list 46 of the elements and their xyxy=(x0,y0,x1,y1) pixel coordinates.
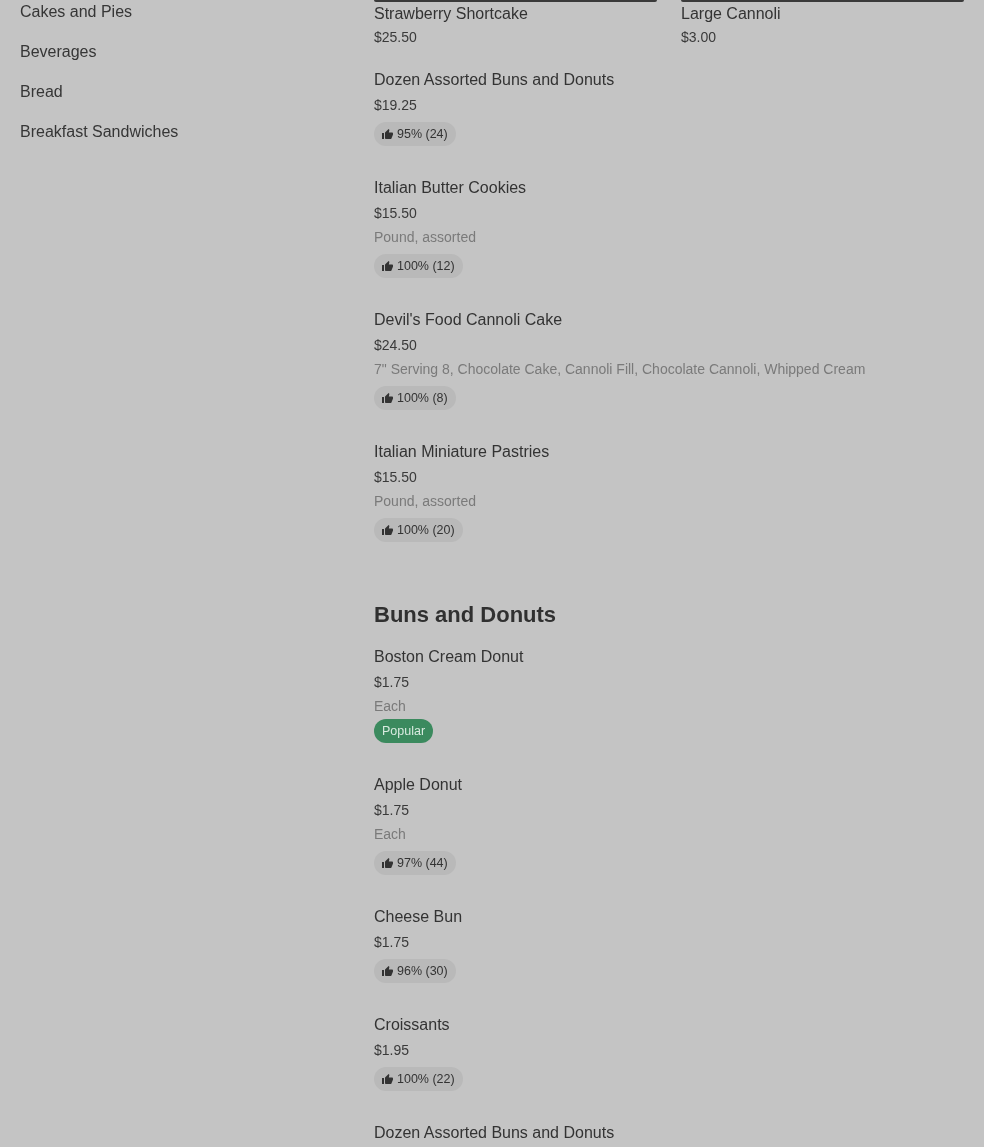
thumbs-up-icon xyxy=(382,1074,393,1084)
section-title: Buns and Donuts xyxy=(374,601,557,629)
category-link[interactable]: Bread xyxy=(20,72,63,112)
item-description: Pound, assorted xyxy=(374,228,476,247)
item-name: Large Cannoli xyxy=(681,4,781,24)
rating-text: 97% (44) xyxy=(397,855,448,871)
item-name: Apple Donut xyxy=(374,775,463,795)
item-description: Each xyxy=(374,825,406,844)
item-price: $19.25 xyxy=(374,96,417,115)
popular-badge: Popular xyxy=(374,719,434,743)
item-name: Italian Miniature Pastries xyxy=(374,442,550,462)
rating-text: 100% (22) xyxy=(397,1071,455,1087)
item-price: $1.75 xyxy=(374,673,410,692)
item-name: Dozen Assorted Buns and Donuts xyxy=(374,1123,615,1143)
thumbs-up-icon xyxy=(382,393,393,403)
category-link[interactable]: Cakes and Pies xyxy=(20,0,133,32)
item-name: Devil's Food Cannoli Cake xyxy=(374,310,563,330)
item-name: Dozen Assorted Buns and Donuts xyxy=(374,70,615,90)
thumbs-up-icon xyxy=(382,525,393,535)
item-name: Boston Cream Donut xyxy=(374,647,524,667)
item-name: Italian Butter Cookies xyxy=(374,178,527,198)
item-price: $1.95 xyxy=(374,1041,410,1060)
rating-text: 100% (8) xyxy=(397,390,448,406)
item-price: $1.75 xyxy=(374,801,410,820)
item-name: Croissants xyxy=(374,1015,450,1035)
item-description: 7" Serving 8, Chocolate Cake, Cannoli Fill, Chocolate Cannoli, Whipped Cream xyxy=(374,360,866,379)
thumbs-up-icon xyxy=(382,858,393,868)
thumbs-up-icon xyxy=(382,966,393,976)
rating-text: 96% (30) xyxy=(397,963,448,979)
item-description: Each xyxy=(374,697,406,716)
rating-text: 100% (20) xyxy=(397,522,455,538)
item-description: Pound, assorted xyxy=(374,492,476,511)
thumbs-up-icon xyxy=(382,129,393,139)
item-price: $15.50 xyxy=(374,468,417,487)
item-name: Strawberry Shortcake xyxy=(374,4,528,24)
category-link[interactable]: Breakfast Sandwiches xyxy=(20,112,179,152)
item-price: $1.75 xyxy=(374,933,410,952)
item-price: $25.50 xyxy=(374,28,417,47)
rating-text: 95% (24) xyxy=(397,126,448,142)
item-price: $15.50 xyxy=(374,204,417,223)
thumbs-up-icon xyxy=(382,261,393,271)
item-price: $24.50 xyxy=(374,336,417,355)
category-link[interactable]: Beverages xyxy=(20,32,97,72)
rating-text: 100% (12) xyxy=(397,258,455,274)
item-price: $3.00 xyxy=(681,28,717,47)
item-name: Cheese Bun xyxy=(374,907,463,927)
